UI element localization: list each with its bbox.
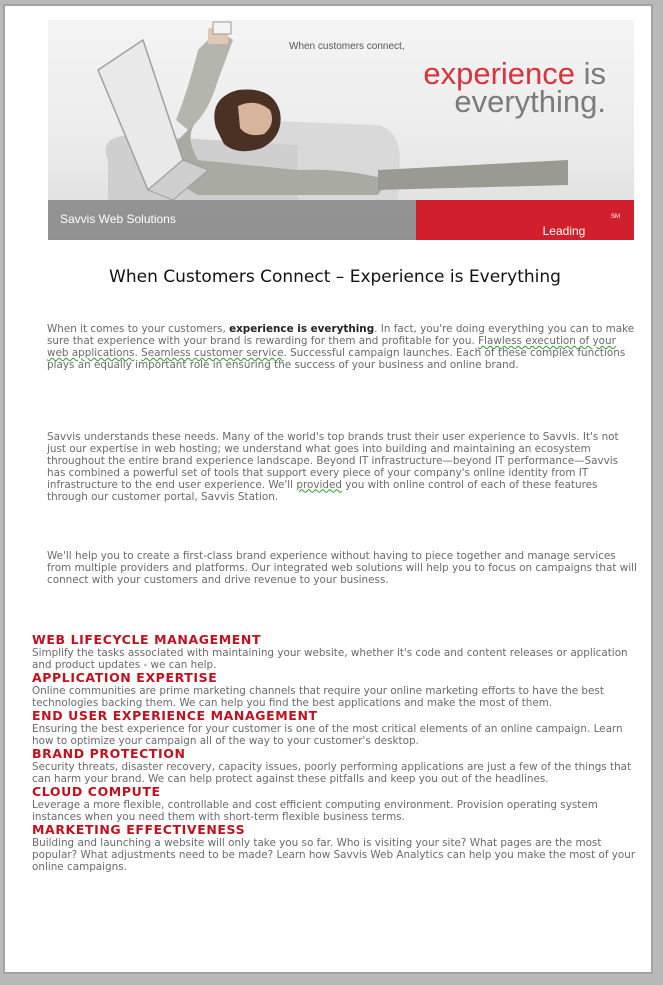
section-body: Building and launching a website will on… (32, 837, 636, 873)
section-cloud-compute: CLOUD COMPUTE Leverage a more flexible, … (32, 784, 642, 824)
section-body: Security threats, disaster recovery, cap… (32, 761, 632, 785)
hero-right-bar-label: Leading Brand Experience. (542, 224, 586, 240)
spellcheck-squiggle: provided (296, 478, 342, 491)
page-title: When Customers Connect – Experience is E… (109, 267, 561, 287)
spellcheck-squiggle: Seamless customer service (141, 346, 284, 359)
hero-right-bar: Leading Brand Experience. SM (416, 200, 634, 240)
section-body: Ensuring the best experience for your cu… (32, 723, 623, 747)
section-title: APPLICATION EXPERTISE (32, 670, 218, 685)
emphasis-text: experience is everything (229, 323, 375, 335)
section-title: CLOUD COMPUTE (32, 784, 161, 799)
section-body: Online communities are prime marketing c… (32, 685, 604, 709)
hero-tagline-line2: everything. (454, 84, 606, 119)
section-body: Simplify the tasks associated with maint… (32, 647, 628, 671)
section-brand-protection: BRAND PROTECTION Security threats, disas… (32, 746, 642, 786)
hero-left-bar-label: Savvis Web Solutions (60, 212, 176, 226)
section-title: END USER EXPERIENCE MANAGEMENT (32, 708, 318, 723)
intro-paragraph-1: When it comes to your customers, experie… (47, 323, 635, 371)
section-title: BRAND PROTECTION (32, 746, 186, 761)
hero-tagline: experience is everything. (423, 58, 606, 119)
section-body: Leverage a more flexible, controllable a… (32, 799, 598, 823)
intro-paragraph-3: We'll help you to create a first-class b… (47, 550, 637, 586)
hero-banner: When customers connect, experience is ev… (48, 20, 634, 240)
hero-left-bar: Savvis Web Solutions (48, 200, 416, 240)
section-marketing-effectiveness: MARKETING EFFECTIVENESS Building and lau… (32, 822, 642, 874)
intro-paragraph-2: Savvis understands these needs. Many of … (47, 431, 619, 503)
section-title: WEB LIFECYCLE MANAGEMENT (32, 632, 262, 647)
section-title: MARKETING EFFECTIVENESS (32, 822, 246, 837)
hero-tagline-small: When customers connect, (289, 41, 405, 52)
section-web-lifecycle: WEB LIFECYCLE MANAGEMENT Simplify the ta… (32, 632, 642, 672)
section-end-user-experience: END USER EXPERIENCE MANAGEMENT Ensuring … (32, 708, 642, 748)
service-mark: SM (611, 214, 620, 220)
document-page: When customers connect, experience is ev… (3, 4, 653, 974)
service-sections: WEB LIFECYCLE MANAGEMENT Simplify the ta… (32, 632, 642, 874)
section-application-expertise: APPLICATION EXPERTISE Online communities… (32, 670, 642, 710)
